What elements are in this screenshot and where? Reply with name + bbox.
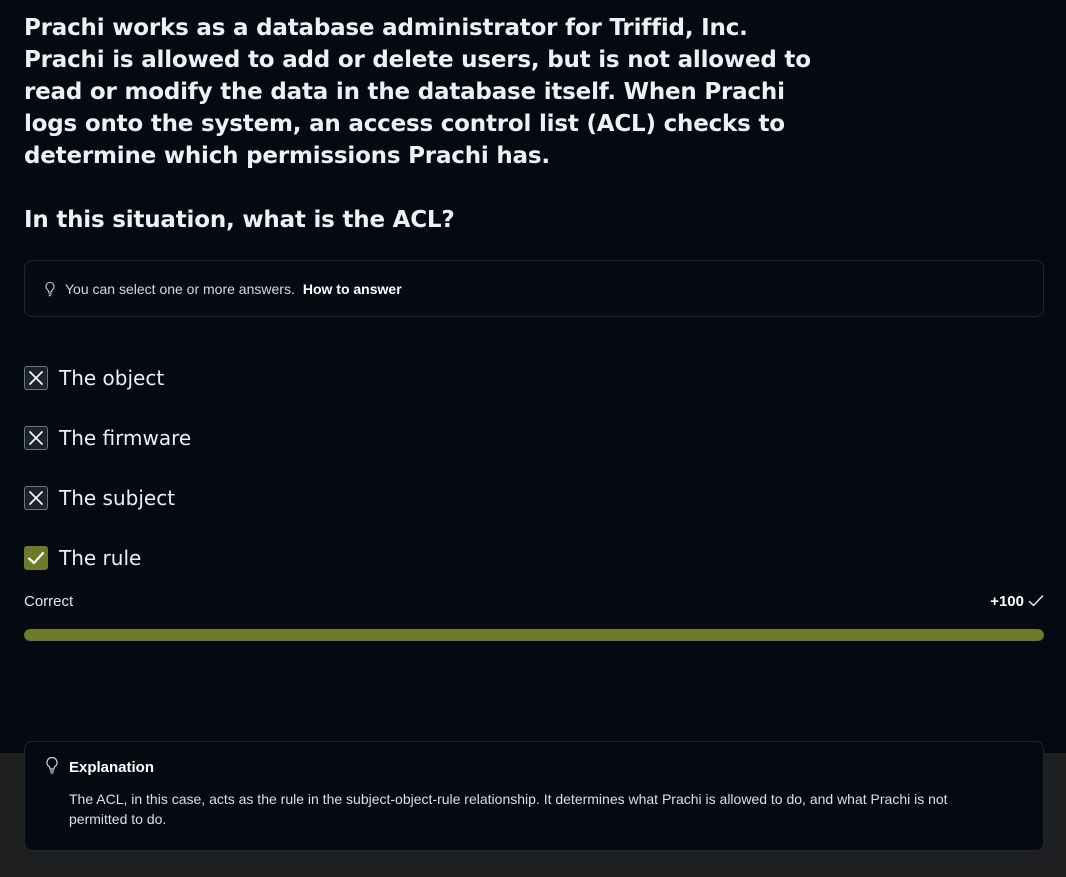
- option-the-rule[interactable]: The rule: [24, 545, 141, 571]
- explanation-title: Explanation: [69, 759, 155, 776]
- explanation-text: The ACL, in this case, acts as the rule …: [69, 791, 948, 827]
- option-the-subject[interactable]: The subject: [24, 485, 175, 511]
- result-row: Correct +100: [24, 590, 1044, 612]
- result-status: Correct: [24, 592, 74, 610]
- x-icon[interactable]: [24, 366, 48, 390]
- score-progress-fill: [24, 629, 1044, 641]
- question-text: Prachi works as a database administrator…: [24, 15, 811, 169]
- lightbulb-icon: [44, 281, 56, 297]
- how-to-answer-link[interactable]: How to answer: [303, 281, 402, 297]
- checkmark-icon: [1028, 595, 1044, 607]
- option-the-object[interactable]: The object: [24, 365, 164, 391]
- score-progress-bar: [24, 629, 1044, 641]
- explanation-panel: Explanation The ACL, in this case, acts …: [24, 741, 1044, 851]
- explanation-header: Explanation: [45, 756, 1023, 779]
- lightbulb-icon: [45, 756, 59, 779]
- score-badge: +100: [990, 593, 1044, 610]
- option-label: The object: [59, 366, 165, 390]
- option-label: The firmware: [59, 426, 192, 450]
- x-icon[interactable]: [24, 486, 48, 510]
- option-label: The rule: [59, 546, 142, 570]
- option-label: The subject: [59, 486, 176, 510]
- quiz-page: Prachi works as a database administrator…: [0, 0, 1066, 877]
- hint-text: You can select one or more answers.: [65, 280, 295, 297]
- question-prompt: In this situation, what is the ACL?: [24, 207, 455, 233]
- answer-hint-box: You can select one or more answers. How …: [24, 260, 1044, 317]
- check-icon[interactable]: [24, 546, 48, 570]
- x-icon[interactable]: [24, 426, 48, 450]
- option-the-firmware[interactable]: The firmware: [24, 425, 191, 451]
- score-value: +100: [990, 592, 1024, 610]
